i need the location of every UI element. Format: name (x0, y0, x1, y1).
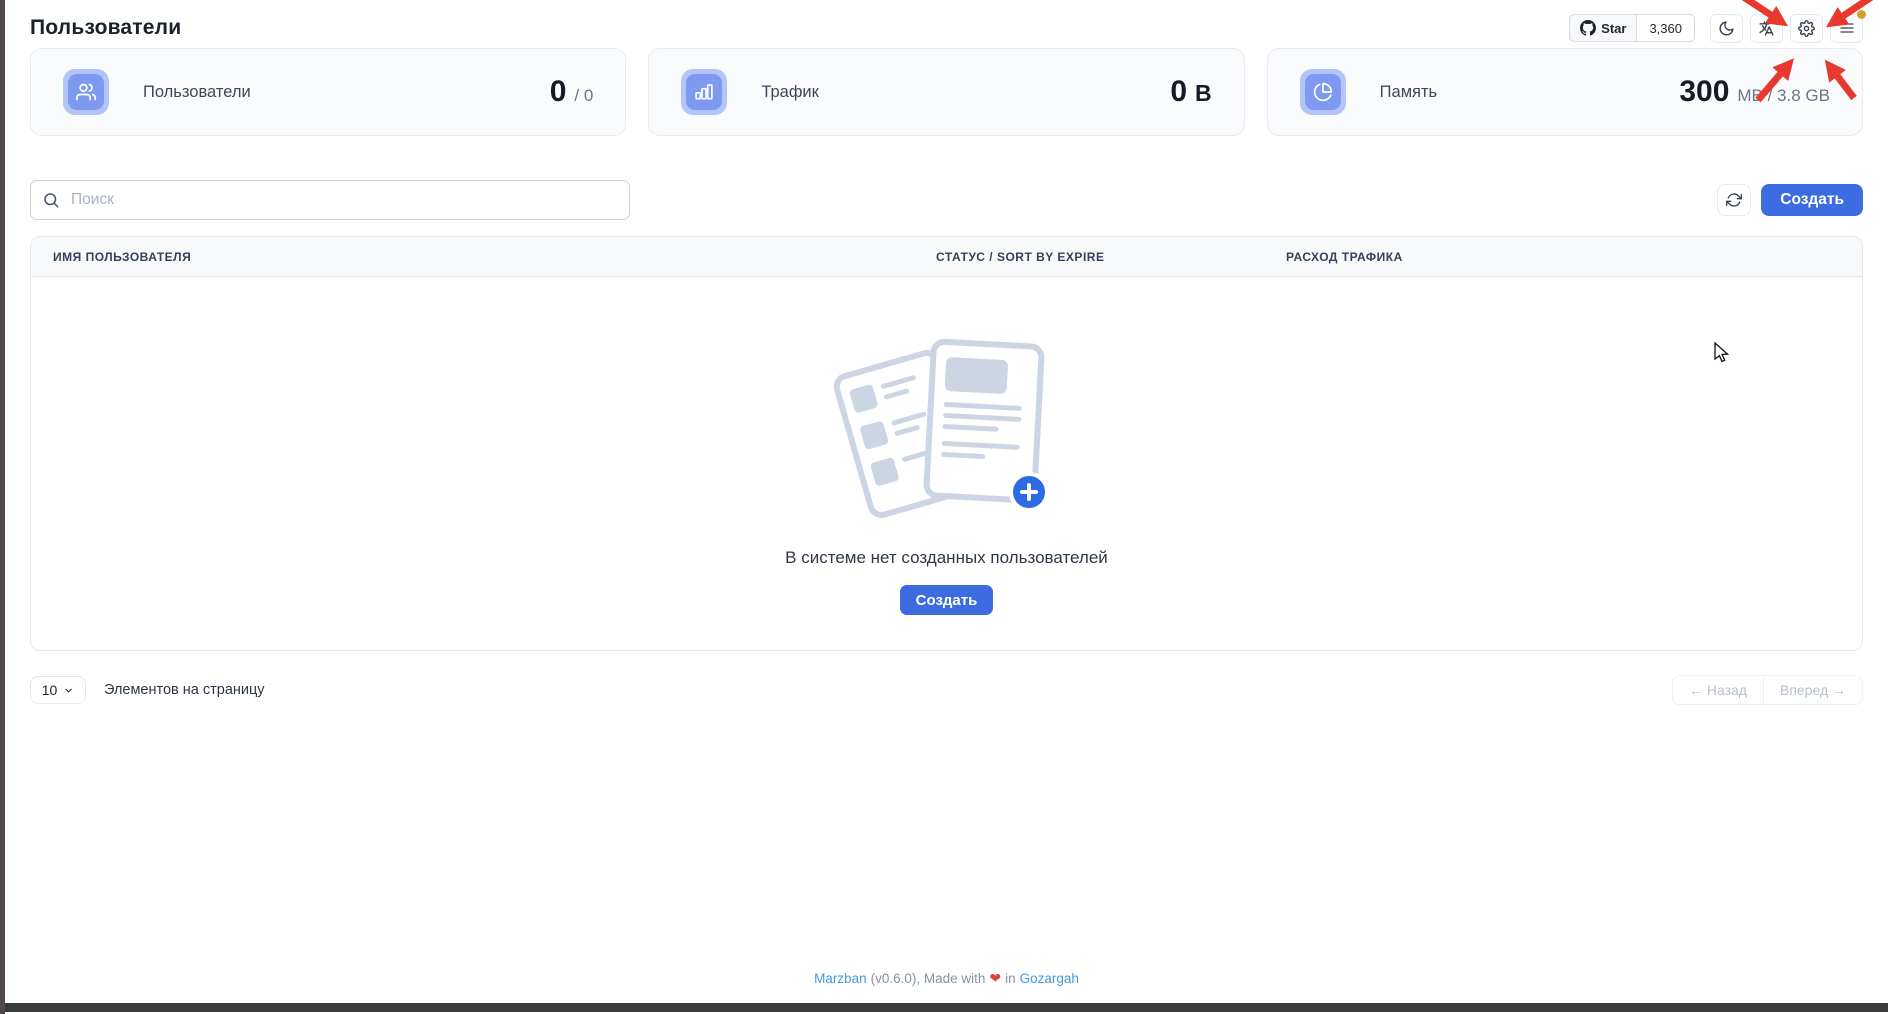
column-username[interactable]: ИМЯ ПОЛЬЗОВАТЕЛЯ (53, 250, 936, 264)
next-page-button[interactable]: Вперед → (1763, 676, 1862, 704)
search-row: Создать (30, 180, 1863, 220)
page-title: Пользователи (30, 16, 181, 40)
github-star-count[interactable]: 3,360 (1637, 14, 1695, 42)
bar-chart-icon (694, 82, 714, 102)
users-page: Пользователи Star 3,360 (5, 0, 1888, 1003)
prev-page-button[interactable]: ← Назад (1673, 676, 1763, 704)
stat-card-traffic: Трафик 0 B (648, 48, 1244, 136)
window-left-edge (0, 0, 5, 1014)
footer-brand-link[interactable]: Marzban (814, 971, 867, 986)
language-button[interactable] (1750, 14, 1783, 43)
table-header: ИМЯ ПОЛЬЗОВАТЕЛЯ СТАТУС / SORT BY EXPIRE… (31, 237, 1862, 277)
column-status-sort-expire[interactable]: СТАТУС / SORT BY EXPIRE (936, 250, 1286, 264)
refresh-button[interactable] (1717, 184, 1751, 216)
stat-value: 0 (1170, 75, 1187, 109)
search-icon (42, 191, 60, 209)
users-table: ИМЯ ПОЛЬЗОВАТЕЛЯ СТАТУС / SORT BY EXPIRE… (30, 236, 1863, 651)
empty-create-button[interactable]: Создать (900, 585, 994, 615)
stat-card-users: Пользователи 0 / 0 (30, 48, 626, 136)
users-icon (76, 82, 96, 102)
create-user-button[interactable]: Создать (1761, 184, 1863, 216)
pagination-bar: 10 Элементов на страницу ← Назад Вперед … (30, 676, 1863, 704)
footer: Marzban (v0.6.0), Made with❤ in Gozargah (5, 970, 1888, 987)
stat-unit: MB / 3.8 GB (1737, 86, 1830, 106)
stat-value: 0 (550, 75, 567, 109)
footer-org-link[interactable]: Gozargah (1020, 971, 1079, 986)
per-page-label: Элементов на страницу (104, 682, 265, 698)
dark-mode-button[interactable] (1710, 14, 1743, 43)
github-star-widget[interactable]: Star 3,360 (1569, 14, 1695, 42)
pager-group: ← Назад Вперед → (1672, 675, 1863, 705)
header-toolbar: Star 3,360 (1569, 14, 1863, 43)
stats-row: Пользователи 0 / 0 Трафик 0 B Память 300 (30, 48, 1863, 136)
stat-unit: B (1195, 80, 1212, 107)
settings-button[interactable] (1790, 14, 1823, 43)
stat-value: 300 (1679, 75, 1729, 109)
add-plus-badge (1009, 472, 1049, 512)
stat-unit: / 0 (574, 86, 593, 106)
github-star-button[interactable]: Star (1569, 14, 1637, 42)
github-star-label: Star (1601, 21, 1626, 36)
heart-icon: ❤ (989, 970, 1001, 986)
gear-icon (1798, 20, 1815, 37)
stat-label: Память (1380, 83, 1437, 102)
menu-button[interactable] (1830, 14, 1863, 43)
github-icon (1580, 20, 1596, 36)
search-input[interactable] (30, 180, 630, 220)
empty-state-message: В системе нет созданных пользователей (785, 548, 1108, 568)
table-actions: Создать (1717, 184, 1863, 216)
pie-chart-icon (1313, 82, 1333, 102)
page-size-value: 10 (42, 682, 58, 698)
stat-label: Трафик (761, 83, 819, 102)
notification-dot (1857, 10, 1866, 19)
empty-state: В системе нет созданных пользователей Со… (31, 277, 1862, 615)
page-size-select[interactable]: 10 (30, 676, 86, 704)
stat-label: Пользователи (143, 83, 251, 102)
moon-icon (1718, 20, 1735, 37)
translate-icon (1758, 20, 1775, 37)
footer-text: (v0.6.0), Made with (871, 971, 986, 986)
window-bottom-edge (5, 1003, 1888, 1012)
column-traffic-usage[interactable]: РАСХОД ТРАФИКА (1286, 250, 1862, 264)
footer-in-word: in (1005, 971, 1016, 986)
search-box (30, 180, 630, 220)
refresh-icon (1726, 192, 1742, 208)
stat-card-memory: Память 300 MB / 3.8 GB (1267, 48, 1863, 136)
hamburger-icon (1839, 20, 1855, 36)
page-header: Пользователи Star 3,360 (30, 0, 1863, 40)
chevron-down-icon (63, 685, 74, 696)
empty-documents-illustration (847, 341, 1047, 526)
